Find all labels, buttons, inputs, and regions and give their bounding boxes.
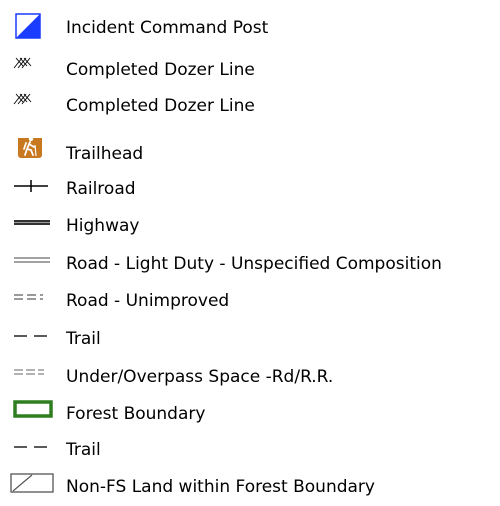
- legend-label: Trail: [66, 440, 101, 460]
- road-light-duty-line-icon: [10, 248, 54, 278]
- legend-label: Railroad: [66, 179, 136, 199]
- trail-dashed-line-icon: [10, 323, 54, 353]
- legend-label: Trail: [66, 329, 101, 349]
- legend-item-completed-dozer-line: Completed Dozer Line: [0, 54, 500, 84]
- legend-item-completed-dozer-line: Completed Dozer Line: [0, 90, 500, 120]
- incident-command-post-icon: [10, 12, 54, 42]
- legend-label: Under/Overpass Space -Rd/R.R.: [66, 367, 334, 387]
- trailhead-hiker-icon: [10, 138, 54, 168]
- legend-label: Trailhead: [66, 144, 144, 164]
- legend-item-road-light-duty: Road - Light Duty - Unspecified Composit…: [0, 248, 500, 278]
- legend-label: Road - Light Duty - Unspecified Composit…: [66, 254, 442, 274]
- non-fs-land-icon: [10, 471, 54, 501]
- legend-item-under-overpass: Under/Overpass Space -Rd/R.R.: [0, 361, 500, 391]
- legend-item-trail: Trail: [0, 323, 500, 353]
- legend-item-incident-command-post: Incident Command Post: [0, 12, 500, 42]
- legend-item-trailhead: Trailhead: [0, 138, 500, 168]
- road-unimproved-line-icon: [10, 285, 54, 315]
- completed-dozer-line-icon: [10, 90, 54, 120]
- legend-item-railroad: Railroad: [0, 173, 500, 203]
- completed-dozer-line-icon: [10, 54, 54, 84]
- legend-item-road-unimproved: Road - Unimproved: [0, 285, 500, 315]
- forest-boundary-icon: [10, 398, 54, 428]
- map-legend: Incident Command Post Completed Dozer Li…: [0, 0, 500, 506]
- legend-label: Highway: [66, 216, 140, 236]
- legend-label: Completed Dozer Line: [66, 60, 255, 80]
- legend-label: Road - Unimproved: [66, 291, 230, 311]
- legend-label: Forest Boundary: [66, 404, 206, 424]
- legend-item-trail: Trail: [0, 434, 500, 464]
- legend-label: Incident Command Post: [66, 18, 269, 38]
- legend-item-forest-boundary: Forest Boundary: [0, 398, 500, 428]
- legend-item-highway: Highway: [0, 210, 500, 240]
- highway-line-icon: [10, 210, 54, 240]
- railroad-line-icon: [10, 173, 54, 203]
- legend-label: Non-FS Land within Forest Boundary: [66, 477, 375, 497]
- under-overpass-line-icon: [10, 361, 54, 391]
- legend-item-non-fs-land: Non-FS Land within Forest Boundary: [0, 471, 500, 501]
- trail-dashed-line-icon: [10, 434, 54, 464]
- legend-label: Completed Dozer Line: [66, 96, 255, 116]
